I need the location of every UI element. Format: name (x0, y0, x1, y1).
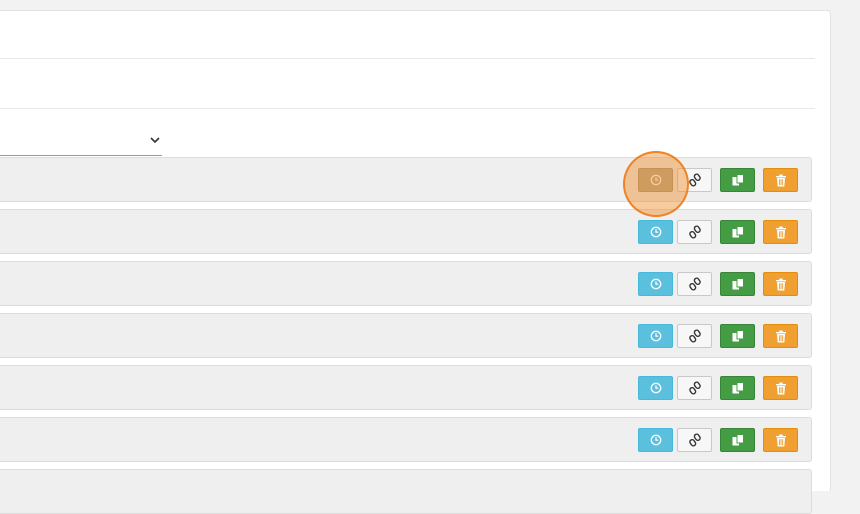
link-button[interactable] (677, 220, 712, 244)
copy-button[interactable] (720, 220, 755, 244)
clock-icon (650, 382, 662, 394)
trash-icon (775, 278, 787, 291)
list-item (0, 365, 812, 410)
delete-button[interactable] (763, 324, 798, 348)
history-button[interactable] (638, 324, 673, 348)
list-item (0, 417, 812, 462)
link-button[interactable] (677, 324, 712, 348)
link-button[interactable] (677, 168, 712, 192)
list-item (0, 261, 812, 306)
trash-icon (775, 226, 787, 239)
delete-button[interactable] (763, 428, 798, 452)
copy-button[interactable] (720, 428, 755, 452)
copy-icon (731, 173, 745, 187)
copy-button[interactable] (720, 272, 755, 296)
delete-button[interactable] (763, 220, 798, 244)
clock-icon (650, 278, 662, 290)
divider (0, 58, 815, 59)
delete-button[interactable] (763, 168, 798, 192)
clock-icon (650, 330, 662, 342)
list-item (0, 157, 812, 202)
trash-icon (775, 330, 787, 343)
history-button[interactable] (638, 376, 673, 400)
list-item (0, 209, 812, 254)
copy-button[interactable] (720, 376, 755, 400)
copy-icon (731, 433, 745, 447)
link-icon (688, 329, 701, 343)
delete-button[interactable] (763, 272, 798, 296)
copy-icon (731, 381, 745, 395)
link-icon (688, 277, 701, 291)
history-button[interactable] (638, 272, 673, 296)
chevron-down-icon (150, 137, 160, 144)
clock-icon (650, 434, 662, 446)
list-item (0, 313, 812, 358)
link-button[interactable] (677, 428, 712, 452)
clock-icon (650, 226, 662, 238)
link-icon (688, 433, 701, 447)
list-item (0, 469, 812, 514)
link-icon (688, 225, 701, 239)
link-button[interactable] (677, 376, 712, 400)
history-button[interactable] (638, 168, 673, 192)
link-icon (688, 173, 701, 187)
history-button[interactable] (638, 220, 673, 244)
trash-icon (775, 434, 787, 447)
copy-icon (731, 277, 745, 291)
history-button[interactable] (638, 428, 673, 452)
link-icon (688, 381, 701, 395)
divider (0, 108, 815, 109)
delete-button[interactable] (763, 376, 798, 400)
copy-icon (731, 329, 745, 343)
copy-button[interactable] (720, 324, 755, 348)
copy-button[interactable] (720, 168, 755, 192)
copy-icon (731, 225, 745, 239)
trash-icon (775, 382, 787, 395)
link-button[interactable] (677, 272, 712, 296)
clock-icon (650, 174, 662, 186)
filter-select[interactable] (0, 128, 162, 156)
trash-icon (775, 174, 787, 187)
